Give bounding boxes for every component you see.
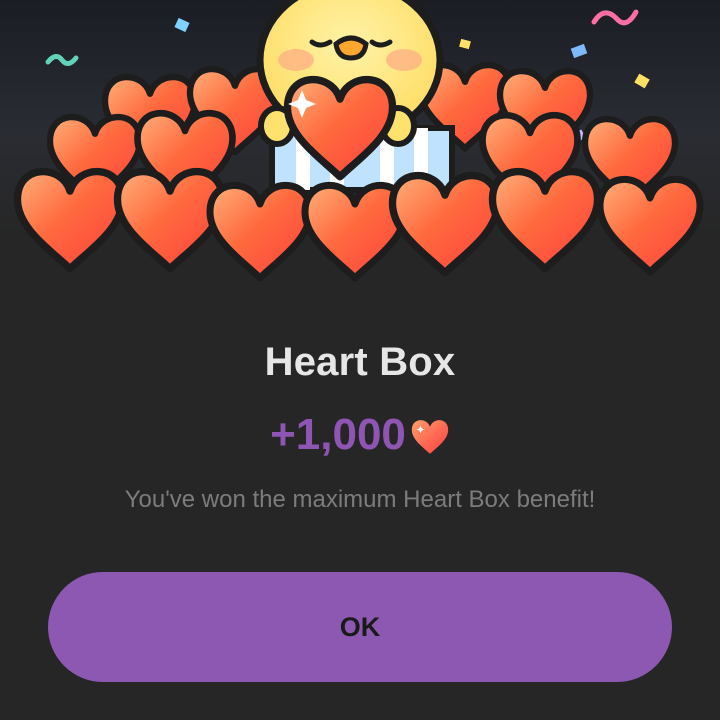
heart-box-screen: Heart Box +1,000 You've won the maximum …	[0, 0, 720, 720]
ok-button[interactable]: OK	[48, 572, 672, 682]
heart-box-illustration	[0, 0, 720, 290]
reward-row: +1,000	[0, 410, 720, 460]
benefit-message: You've won the maximum Heart Box benefit…	[124, 486, 596, 513]
dialog-title: Heart Box	[264, 340, 456, 384]
heart-icon	[411, 420, 449, 454]
reward-amount: +1,000	[270, 410, 406, 459]
